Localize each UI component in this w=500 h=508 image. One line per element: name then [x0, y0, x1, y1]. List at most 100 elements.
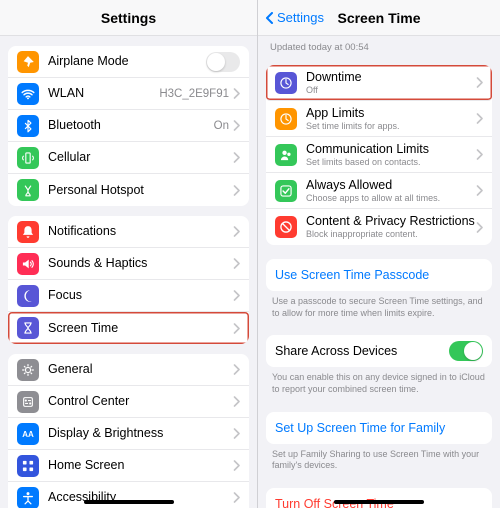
screentime-options: DowntimeOffApp LimitsSet time limits for… [266, 65, 492, 245]
row-label: Notifications [48, 224, 233, 239]
row-label: Cellular [48, 150, 233, 165]
row-label: WLAN [48, 86, 159, 101]
chevron-right-icon [233, 226, 240, 237]
settings-row-accessibility[interactable]: Accessibility [8, 482, 249, 508]
settings-row-general[interactable]: General [8, 354, 249, 386]
chevron-right-icon [233, 290, 240, 301]
settings-row-bluetooth[interactable]: BluetoothOn [8, 110, 249, 142]
screentime-row-content-privacy-restrictions[interactable]: Content & Privacy RestrictionsBlock inap… [266, 209, 492, 245]
allowed-icon [275, 180, 297, 202]
turnoff-row[interactable]: Turn Off Screen Time [266, 488, 492, 508]
chevron-right-icon [476, 77, 483, 88]
chevron-right-icon [476, 113, 483, 124]
chevron-right-icon [233, 258, 240, 269]
svg-text:AA: AA [22, 429, 34, 438]
share-footer: You can enable this on any device signed… [258, 367, 500, 397]
toggle-switch[interactable] [206, 52, 240, 72]
row-label: Display & Brightness [48, 426, 233, 441]
row-label: Control Center [48, 394, 233, 409]
settings-row-notifications[interactable]: Notifications [8, 216, 249, 248]
home-indicator[interactable] [84, 500, 174, 504]
hotspot-icon [17, 179, 39, 201]
row-label: Sounds & Haptics [48, 256, 233, 271]
row-label: Content & Privacy Restrictions [306, 214, 476, 229]
settings-row-wlan[interactable]: WLANH3C_2E9F91 [8, 78, 249, 110]
chevron-right-icon [233, 364, 240, 375]
home-indicator[interactable] [334, 500, 424, 504]
restrict-icon [275, 216, 297, 238]
screentime-row-communication-limits[interactable]: Communication LimitsSet limits based on … [266, 137, 492, 173]
row-label: Personal Hotspot [48, 183, 233, 198]
settings-row-airplane-mode[interactable]: Airplane Mode [8, 46, 249, 78]
row-label: Screen Time [48, 321, 233, 336]
access-icon [17, 487, 39, 508]
settings-row-focus[interactable]: Focus [8, 280, 249, 312]
chevron-right-icon [476, 185, 483, 196]
wifi-icon [17, 83, 39, 105]
settings-title: Settings [101, 10, 156, 26]
bell-icon [17, 221, 39, 243]
settings-header: Settings [0, 0, 257, 36]
share-row[interactable]: Share Across Devices [266, 335, 492, 367]
passcode-footer: Use a passcode to secure Screen Time set… [258, 291, 500, 321]
settings-row-sounds-haptics[interactable]: Sounds & Haptics [8, 248, 249, 280]
screentime-title: Screen Time [337, 10, 420, 26]
comm-icon [275, 144, 297, 166]
chevron-right-icon [233, 152, 240, 163]
aa-icon: AA [17, 423, 39, 445]
passcode-label: Use Screen Time Passcode [275, 268, 429, 282]
screentime-row-app-limits[interactable]: App LimitsSet time limits for apps. [266, 101, 492, 137]
settings-panel: Settings Airplane Mode WLANH3C_2E9F91Blue… [0, 0, 258, 508]
settings-row-screen-time[interactable]: Screen Time [8, 312, 249, 344]
chevron-right-icon [233, 428, 240, 439]
turnoff-group: Turn Off Screen Time [266, 488, 492, 508]
settings-row-cellular[interactable]: Cellular [8, 142, 249, 174]
row-subtitle: Set time limits for apps. [306, 121, 476, 132]
row-subtitle: Block inappropriate content. [306, 229, 476, 240]
row-value: On [214, 120, 229, 132]
row-label: App Limits [306, 106, 476, 121]
row-subtitle: Set limits based on contacts. [306, 157, 476, 168]
updated-text: Updated today at 00:54 [258, 36, 500, 55]
bluetooth-icon [17, 115, 39, 137]
downtime-icon [275, 72, 297, 94]
chevron-right-icon [233, 88, 240, 99]
family-footer: Set up Family Sharing to use Screen Time… [258, 444, 500, 474]
settings-group: Notifications Sounds & Haptics Focus Screen… [8, 216, 249, 344]
screentime-row-downtime[interactable]: DowntimeOff [266, 65, 492, 101]
screentime-header: Settings Screen Time [258, 0, 500, 36]
settings-row-home-screen[interactable]: Home Screen [8, 450, 249, 482]
chevron-right-icon [233, 323, 240, 334]
applimits-icon [275, 108, 297, 130]
passcode-row[interactable]: Use Screen Time Passcode [266, 259, 492, 291]
chevron-right-icon [233, 460, 240, 471]
chevron-right-icon [476, 222, 483, 233]
row-label: Always Allowed [306, 178, 476, 193]
grid-icon [17, 455, 39, 477]
gear-icon [17, 359, 39, 381]
row-label: Focus [48, 288, 233, 303]
family-group: Set Up Screen Time for Family [266, 412, 492, 444]
row-subtitle: Off [306, 85, 476, 96]
back-label: Settings [277, 10, 324, 25]
settings-row-display-brightness[interactable]: AA Display & Brightness [8, 418, 249, 450]
settings-row-personal-hotspot[interactable]: Personal Hotspot [8, 174, 249, 206]
settings-group: General Control Center AA Display & Brightn… [8, 354, 249, 508]
airplane-icon [17, 51, 39, 73]
chevron-right-icon [476, 149, 483, 160]
settings-group: Airplane Mode WLANH3C_2E9F91BluetoothOn Ce… [8, 46, 249, 206]
family-row[interactable]: Set Up Screen Time for Family [266, 412, 492, 444]
back-button[interactable]: Settings [264, 10, 324, 25]
cellular-icon [17, 147, 39, 169]
screentime-row-always-allowed[interactable]: Always AllowedChoose apps to allow at al… [266, 173, 492, 209]
chevron-right-icon [233, 492, 240, 503]
hourglass-icon [17, 317, 39, 339]
chevron-right-icon [233, 185, 240, 196]
settings-row-control-center[interactable]: Control Center [8, 386, 249, 418]
row-label: Home Screen [48, 458, 233, 473]
moon-icon [17, 285, 39, 307]
screentime-panel: Settings Screen Time Updated today at 00… [258, 0, 500, 508]
control-icon [17, 391, 39, 413]
row-label: Airplane Mode [48, 54, 206, 69]
toggle-switch[interactable] [449, 341, 483, 361]
